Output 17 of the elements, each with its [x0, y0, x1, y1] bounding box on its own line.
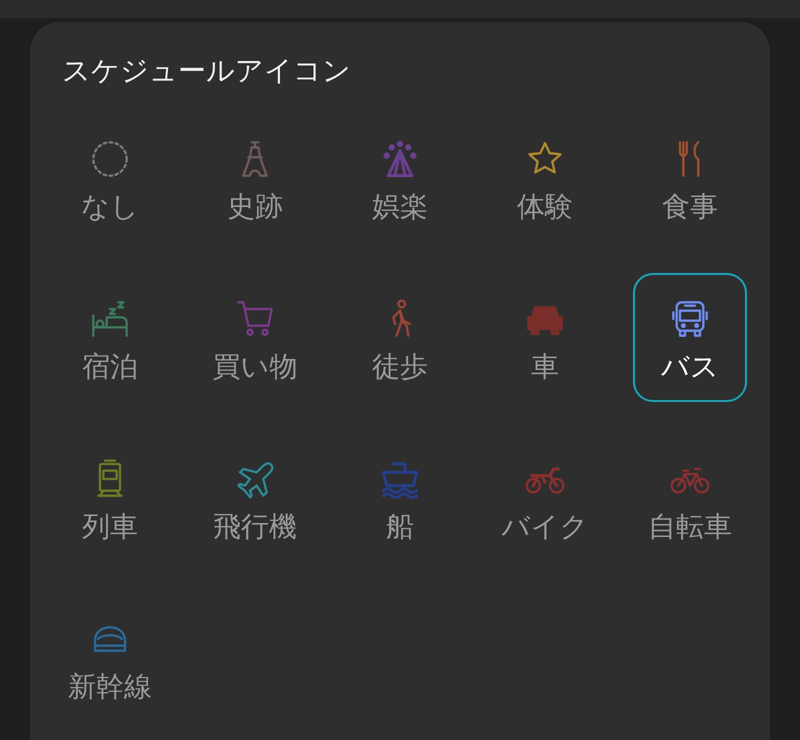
icon-option[interactable]: 自転車 — [633, 433, 747, 562]
icon-option[interactable]: バイク — [488, 433, 602, 562]
icon-option[interactable]: 飛行機 — [198, 433, 312, 562]
icon-option[interactable]: 徒歩 — [343, 273, 457, 402]
panel-title: スケジュールアイコン — [61, 54, 352, 88]
icon-option[interactable]: なし — [53, 113, 167, 242]
icon-option[interactable]: 体験 — [488, 113, 602, 242]
icon-option[interactable]: 新幹線 — [53, 593, 167, 722]
icon-option[interactable]: バス — [633, 273, 747, 402]
icon-option[interactable]: 車 — [488, 273, 602, 402]
icon-option[interactable]: 娯楽 — [343, 113, 457, 242]
icon-option[interactable]: 史跡 — [198, 113, 312, 242]
icon-option[interactable]: 船 — [343, 433, 457, 562]
icon-option[interactable]: 買い物 — [198, 273, 312, 402]
icon-option[interactable]: 列車 — [53, 433, 167, 562]
icon-option[interactable]: 食事 — [633, 113, 747, 242]
icon-option[interactable]: 宿泊 — [53, 273, 167, 402]
